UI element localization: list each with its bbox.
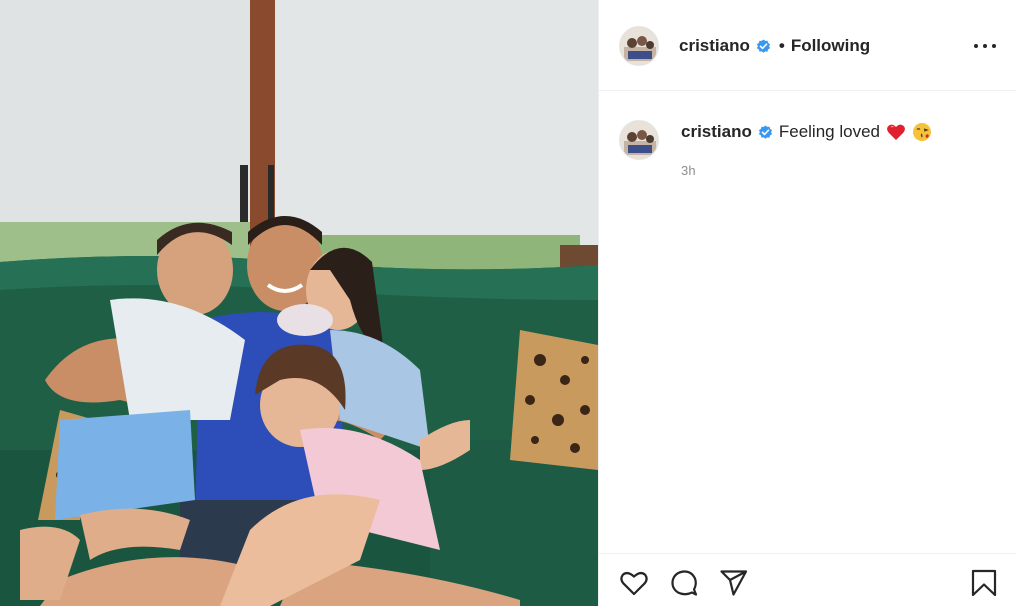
post-photo[interactable]: [0, 0, 598, 606]
author-avatar[interactable]: [619, 26, 659, 66]
verified-badge-icon: [756, 38, 770, 53]
more-dot: [983, 44, 987, 48]
verified-badge-icon: [758, 124, 772, 139]
author-username[interactable]: cristiano: [679, 36, 750, 56]
post-side-panel: cristiano • Following cristiano Feeling …: [598, 0, 1016, 606]
family-photo-illustration: [0, 0, 598, 606]
face-blowing-kiss-emoji-icon: [912, 123, 931, 141]
paper-plane-icon: [720, 570, 748, 596]
caption-text: Feeling loved: [778, 122, 880, 141]
heart-icon: [620, 571, 648, 596]
share-button[interactable]: [719, 568, 749, 598]
profile-avatar-icon: [620, 27, 658, 65]
caption: cristiano Feeling loved: [681, 122, 932, 142]
caption-avatar[interactable]: [619, 120, 659, 160]
more-dot: [992, 44, 996, 48]
more-dot: [974, 44, 978, 48]
following-button[interactable]: Following: [791, 36, 870, 56]
header-separator: •: [778, 36, 785, 55]
instagram-post: cristiano • Following cristiano Feeling …: [0, 0, 1016, 606]
profile-avatar-icon: [620, 121, 658, 159]
more-options-icon[interactable]: [974, 36, 996, 56]
post-timestamp[interactable]: 3h: [681, 163, 696, 178]
save-button[interactable]: [969, 568, 999, 598]
post-actions-bar: [599, 553, 1016, 606]
post-header: cristiano • Following: [599, 0, 1016, 91]
comment-bubble-icon: [671, 570, 698, 596]
header-user-line: cristiano • Following: [679, 36, 870, 56]
red-heart-emoji-icon: [887, 124, 905, 140]
bookmark-icon: [971, 569, 997, 597]
caption-username[interactable]: cristiano: [681, 122, 752, 142]
like-button[interactable]: [619, 568, 649, 598]
comment-button[interactable]: [669, 568, 699, 598]
